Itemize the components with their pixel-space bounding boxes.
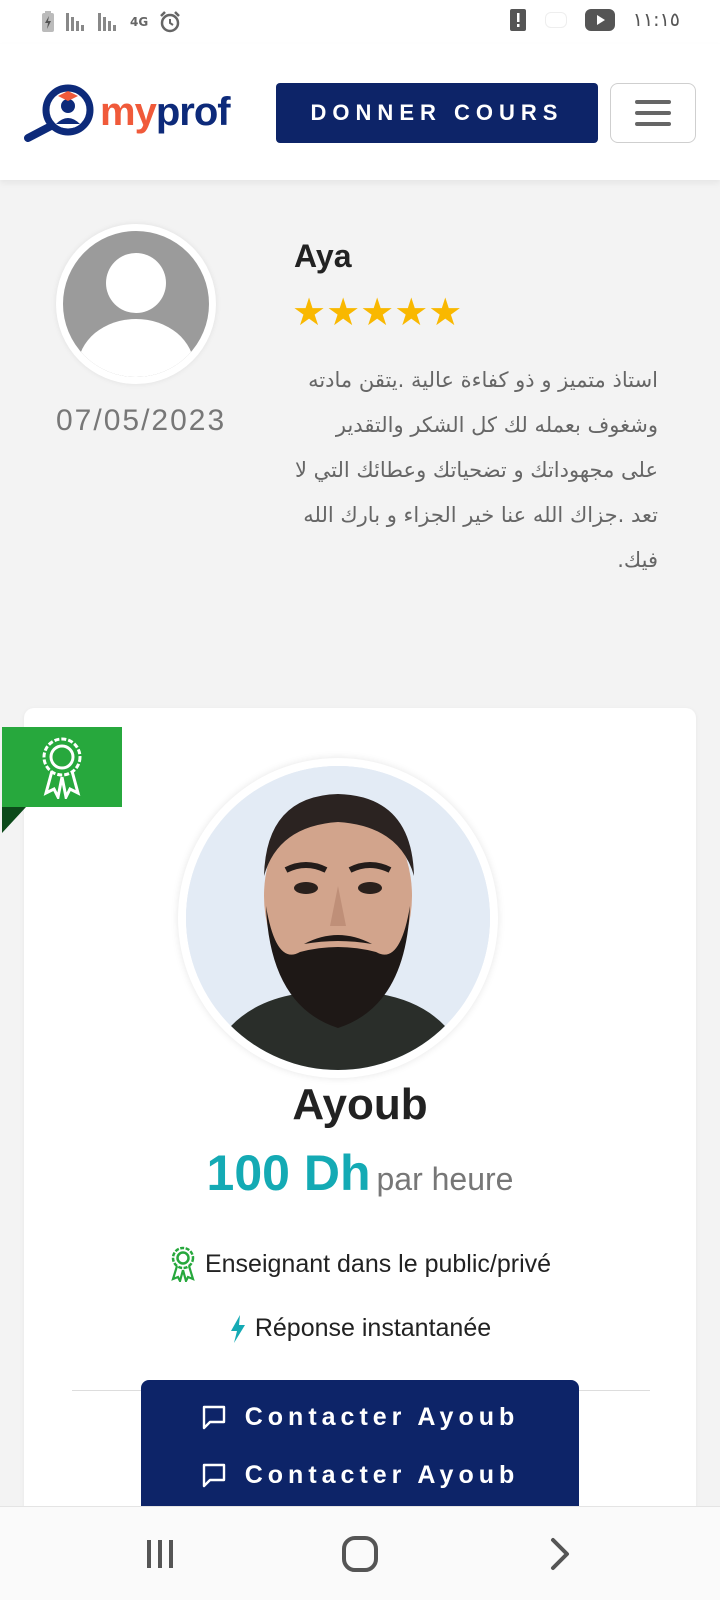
contact-button-group: Contacter Ayoub Contacter Ayoub: [141, 1380, 579, 1508]
review-text: استاذ متميز و ذو كفاءة عالية .يتقن مادته…: [294, 368, 658, 572]
logo-my: my: [100, 89, 157, 134]
verified-badge: [2, 727, 122, 807]
android-nav-bar: [0, 1506, 720, 1600]
price-amount: 100 Dh: [206, 1145, 371, 1201]
myprof-logo[interactable]: myprof: [22, 82, 231, 142]
tutor-price: 100 Dh par heure: [0, 1144, 720, 1202]
star-rating: ★★★★★: [292, 290, 463, 334]
price-unit: par heure: [376, 1161, 514, 1197]
alert-icon: [509, 9, 526, 31]
reviewer-name: Aya: [294, 238, 352, 274]
lightning-icon: [230, 1314, 245, 1343]
status-right-icons: ١١:١٥: [509, 8, 680, 32]
feature-response: Réponse instantanée: [0, 1314, 720, 1343]
clock: ١١:١٥: [632, 9, 680, 31]
feature-response-label: Réponse instantanée: [254, 1314, 492, 1342]
youtube-icon: [584, 9, 615, 31]
tutor-name: Ayoub: [292, 1080, 428, 1129]
cloud-icon: [544, 12, 567, 28]
signal-icon: [98, 13, 120, 31]
feature-teacher: Enseignant dans le public/privé: [0, 1246, 720, 1282]
contact-button[interactable]: Contacter Ayoub: [141, 1388, 579, 1446]
magnifier-student-icon: [24, 84, 94, 142]
back-icon[interactable]: [500, 1507, 620, 1600]
tutor-photo: [178, 758, 498, 1078]
chat-icon: [202, 1463, 225, 1488]
recent-apps-icon[interactable]: [100, 1507, 220, 1600]
badge-fold: [2, 807, 26, 833]
home-icon[interactable]: [300, 1507, 420, 1600]
contact-button-label: Contacter Ayoub: [244, 1460, 520, 1489]
tutor-portrait: [186, 766, 490, 1070]
site-header: myprof DONNER COURS: [0, 44, 720, 180]
logo-wordmark: myprof: [100, 89, 231, 135]
battery-charging-icon: [42, 11, 54, 32]
logo-prof: prof: [155, 89, 231, 134]
status-left-icons: 4G: [40, 10, 182, 34]
review-date: 07/05/2023: [56, 404, 227, 437]
hamburger-icon[interactable]: [610, 83, 696, 143]
alarm-icon: [160, 11, 181, 33]
award-ribbon-icon: [42, 737, 82, 799]
award-icon: [171, 1246, 195, 1282]
signal-icon: [66, 13, 88, 31]
contact-button[interactable]: Contacter Ayoub: [141, 1446, 579, 1504]
chat-icon: [202, 1405, 225, 1430]
donner-cours-button[interactable]: DONNER COURS: [276, 83, 598, 143]
contact-button-label: Contacter Ayoub: [244, 1402, 520, 1431]
reviewer-avatar: [56, 224, 216, 384]
network-type: 4G: [130, 15, 149, 29]
feature-teacher-label: Enseignant dans le public/privé: [204, 1249, 552, 1278]
default-user-icon: [78, 253, 194, 377]
status-bar: 4G ١١:١٥: [0, 0, 720, 44]
